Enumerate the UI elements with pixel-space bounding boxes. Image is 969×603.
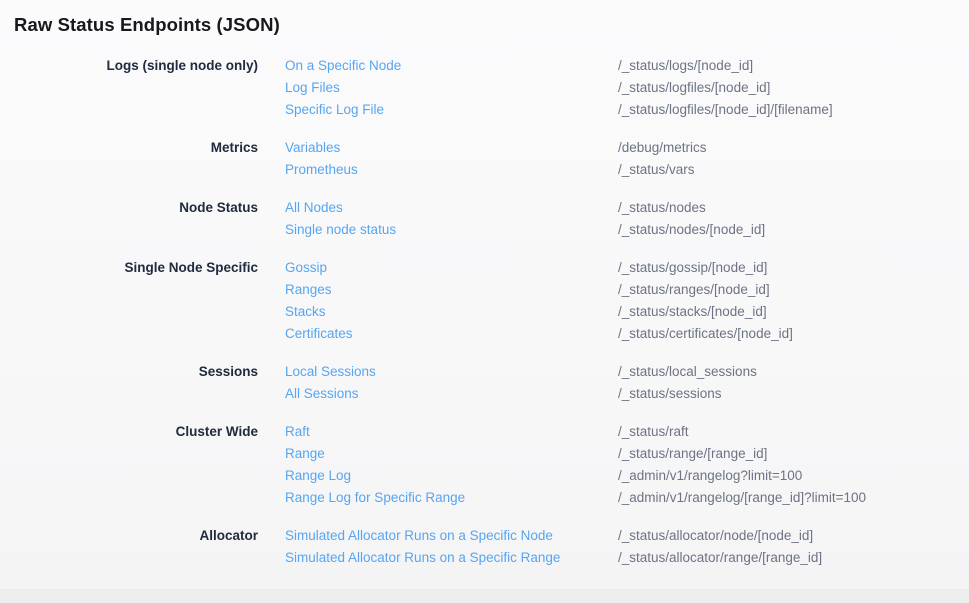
- endpoint-path: /_status/local_sessions: [618, 361, 757, 383]
- endpoint-section: Allocator Simulated Allocator Runs on a …: [0, 525, 969, 569]
- endpoint-row: Range Log /_admin/v1/rangelog?limit=100: [285, 465, 969, 487]
- endpoint-row: Certificates /_status/certificates/[node…: [285, 323, 969, 345]
- endpoint-link[interactable]: Specific Log File: [285, 99, 618, 121]
- endpoint-link[interactable]: Log Files: [285, 77, 618, 99]
- endpoint-section: Sessions Local Sessions /_status/local_s…: [0, 361, 969, 405]
- endpoint-path: /_admin/v1/rangelog?limit=100: [618, 465, 802, 487]
- endpoint-path: /_status/gossip/[node_id]: [618, 257, 767, 279]
- endpoint-path: /_admin/v1/rangelog/[range_id]?limit=100: [618, 487, 866, 509]
- endpoint-row: Local Sessions /_status/local_sessions: [285, 361, 969, 383]
- section-category-label: Allocator: [0, 525, 258, 569]
- section-category-label: Cluster Wide: [0, 421, 258, 509]
- endpoint-path: /_status/allocator/range/[range_id]: [618, 547, 822, 569]
- section-rows: Raft /_status/raft Range /_status/range/…: [285, 421, 969, 509]
- endpoint-link[interactable]: Variables: [285, 137, 618, 159]
- endpoint-row: Range /_status/range/[range_id]: [285, 443, 969, 465]
- endpoint-path: /_status/logs/[node_id]: [618, 55, 753, 77]
- section-category-label: Sessions: [0, 361, 258, 405]
- page-title: Raw Status Endpoints (JSON): [0, 0, 969, 35]
- bottom-strip: [0, 589, 969, 603]
- endpoint-row: Range Log for Specific Range /_admin/v1/…: [285, 487, 969, 509]
- endpoint-path: /_status/nodes: [618, 197, 706, 219]
- section-rows: Local Sessions /_status/local_sessions A…: [285, 361, 969, 405]
- endpoint-row: Raft /_status/raft: [285, 421, 969, 443]
- endpoint-section: Cluster Wide Raft /_status/raft Range /_…: [0, 421, 969, 509]
- endpoint-link[interactable]: Ranges: [285, 279, 618, 301]
- endpoint-row: All Sessions /_status/sessions: [285, 383, 969, 405]
- section-category-label: Node Status: [0, 197, 258, 241]
- endpoint-path: /_status/certificates/[node_id]: [618, 323, 793, 345]
- endpoint-path: /_status/nodes/[node_id]: [618, 219, 765, 241]
- endpoint-link[interactable]: Stacks: [285, 301, 618, 323]
- raw-status-endpoints-page: Raw Status Endpoints (JSON) Logs (single…: [0, 0, 969, 603]
- endpoint-path: /_status/range/[range_id]: [618, 443, 767, 465]
- endpoint-link[interactable]: Local Sessions: [285, 361, 618, 383]
- endpoint-section: Logs (single node only) On a Specific No…: [0, 55, 969, 121]
- section-rows: All Nodes /_status/nodes Single node sta…: [285, 197, 969, 241]
- endpoint-link[interactable]: Simulated Allocator Runs on a Specific R…: [285, 547, 618, 569]
- section-category-label: Metrics: [0, 137, 258, 181]
- endpoint-section: Single Node Specific Gossip /_status/gos…: [0, 257, 969, 345]
- endpoint-row: All Nodes /_status/nodes: [285, 197, 969, 219]
- endpoint-row: Single node status /_status/nodes/[node_…: [285, 219, 969, 241]
- endpoint-link[interactable]: Range: [285, 443, 618, 465]
- endpoint-path: /_status/stacks/[node_id]: [618, 301, 767, 323]
- endpoints-list: Logs (single node only) On a Specific No…: [0, 55, 969, 569]
- endpoint-path: /_status/sessions: [618, 383, 722, 405]
- endpoint-path: /_status/logfiles/[node_id]: [618, 77, 770, 99]
- endpoint-link[interactable]: Single node status: [285, 219, 618, 241]
- endpoint-path: /_status/vars: [618, 159, 695, 181]
- endpoint-row: On a Specific Node /_status/logs/[node_i…: [285, 55, 969, 77]
- endpoint-path: /_status/ranges/[node_id]: [618, 279, 770, 301]
- endpoint-link[interactable]: Range Log: [285, 465, 618, 487]
- endpoint-link[interactable]: Gossip: [285, 257, 618, 279]
- endpoint-row: Gossip /_status/gossip/[node_id]: [285, 257, 969, 279]
- section-rows: Simulated Allocator Runs on a Specific N…: [285, 525, 969, 569]
- endpoint-row: Log Files /_status/logfiles/[node_id]: [285, 77, 969, 99]
- endpoint-row: Ranges /_status/ranges/[node_id]: [285, 279, 969, 301]
- endpoint-path: /_status/logfiles/[node_id]/[filename]: [618, 99, 833, 121]
- endpoint-path: /_status/raft: [618, 421, 689, 443]
- endpoint-row: Stacks /_status/stacks/[node_id]: [285, 301, 969, 323]
- endpoint-row: Simulated Allocator Runs on a Specific R…: [285, 547, 969, 569]
- section-category-label: Single Node Specific: [0, 257, 258, 345]
- endpoint-row: Simulated Allocator Runs on a Specific N…: [285, 525, 969, 547]
- endpoint-path: /_status/allocator/node/[node_id]: [618, 525, 813, 547]
- section-rows: Gossip /_status/gossip/[node_id] Ranges …: [285, 257, 969, 345]
- endpoint-link[interactable]: Certificates: [285, 323, 618, 345]
- endpoint-link[interactable]: Prometheus: [285, 159, 618, 181]
- endpoint-section: Node Status All Nodes /_status/nodes Sin…: [0, 197, 969, 241]
- endpoint-link[interactable]: Range Log for Specific Range: [285, 487, 618, 509]
- endpoint-link[interactable]: All Sessions: [285, 383, 618, 405]
- endpoint-link[interactable]: On a Specific Node: [285, 55, 618, 77]
- section-rows: Variables /debug/metrics Prometheus /_st…: [285, 137, 969, 181]
- endpoint-row: Variables /debug/metrics: [285, 137, 969, 159]
- endpoint-link[interactable]: Simulated Allocator Runs on a Specific N…: [285, 525, 618, 547]
- endpoint-link[interactable]: Raft: [285, 421, 618, 443]
- endpoint-row: Specific Log File /_status/logfiles/[nod…: [285, 99, 969, 121]
- endpoint-path: /debug/metrics: [618, 137, 707, 159]
- endpoint-link[interactable]: All Nodes: [285, 197, 618, 219]
- section-rows: On a Specific Node /_status/logs/[node_i…: [285, 55, 969, 121]
- endpoint-section: Metrics Variables /debug/metrics Prometh…: [0, 137, 969, 181]
- endpoint-row: Prometheus /_status/vars: [285, 159, 969, 181]
- section-category-label: Logs (single node only): [0, 55, 258, 121]
